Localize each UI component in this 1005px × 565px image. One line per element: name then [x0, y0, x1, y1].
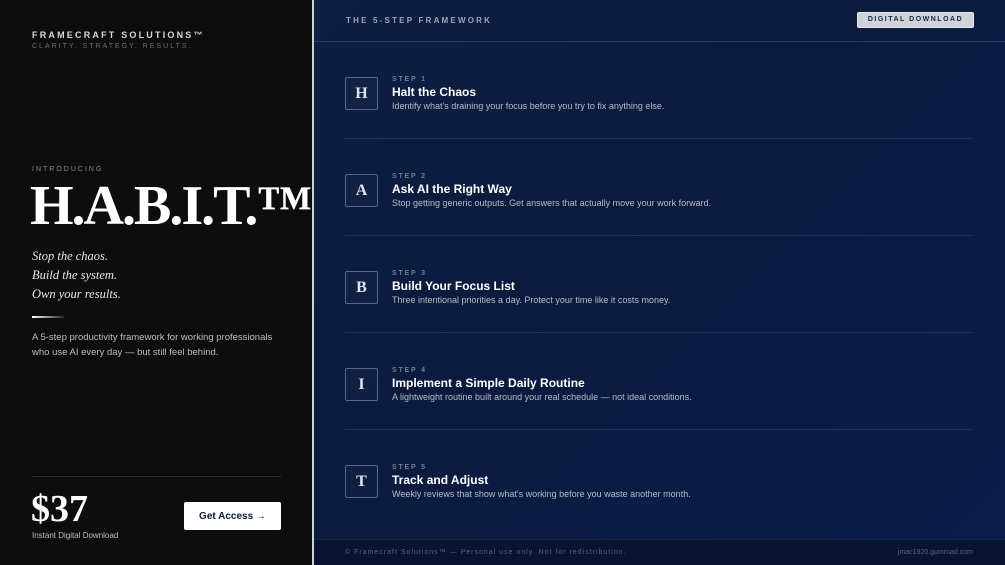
price-note: Instant Digital Download — [32, 531, 119, 540]
step-number: STEP 3 — [392, 270, 427, 277]
step-description: A lightweight routine built around your … — [392, 392, 692, 402]
step-title: Implement a Simple Daily Routine — [392, 376, 585, 390]
footer-url[interactable]: jmac1920.gumroad.com — [898, 549, 973, 556]
step-title: Halt the Chaos — [392, 85, 477, 99]
step-title: Ask AI the Right Way — [392, 182, 512, 196]
hero-tagline: Stop the chaos. Build the system. Own yo… — [32, 247, 121, 304]
step-number: STEP 5 — [392, 464, 427, 471]
digital-download-badge: DIGITAL DOWNLOAD — [857, 12, 974, 28]
step-number: STEP 4 — [392, 367, 427, 374]
step-letter-badge: B — [345, 271, 378, 304]
brand-tagline: CLARITY. STRATEGY. RESULTS. — [32, 43, 193, 50]
footer: © Framecraft Solutions™ — Personal use o… — [314, 539, 1005, 565]
tagline-line: Build the system. — [32, 268, 118, 282]
step-number: STEP 1 — [392, 76, 427, 83]
product-name: H.A.B.I.T.™ — [30, 175, 312, 237]
step-letter-badge: H — [345, 77, 378, 110]
pricing-divider — [32, 476, 281, 477]
step-number: STEP 2 — [392, 173, 427, 180]
step-description: Three intentional priorities a day. Prot… — [392, 295, 671, 305]
framework-panel: THE 5-STEP FRAMEWORK DIGITAL DOWNLOAD H … — [314, 0, 1005, 565]
get-access-button[interactable]: Get Access → — [184, 502, 281, 530]
step-3: B STEP 3 Build Your Focus List Three int… — [345, 236, 973, 333]
framework-header-title: THE 5-STEP FRAMEWORK — [346, 16, 493, 25]
step-2: A STEP 2 Ask AI the Right Way Stop getti… — [345, 139, 973, 236]
accent-divider — [32, 316, 64, 318]
hero-description: A 5-step productivity framework for work… — [32, 332, 273, 358]
step-title: Build Your Focus List — [392, 279, 515, 293]
step-description: Stop getting generic outputs. Get answer… — [392, 198, 712, 208]
step-letter-badge: T — [345, 465, 378, 498]
intro-label: INTRODUCING — [32, 166, 104, 173]
step-title: Track and Adjust — [392, 473, 489, 487]
step-description: Weekly reviews that show what's working … — [392, 489, 691, 499]
step-description: Identify what's draining your focus befo… — [392, 101, 665, 111]
step-4: I STEP 4 Implement a Simple Daily Routin… — [345, 333, 973, 430]
step-letter-badge: A — [345, 174, 378, 207]
footer-copyright: © Framecraft Solutions™ — Personal use o… — [345, 549, 627, 556]
step-5: T STEP 5 Track and Adjust Weekly reviews… — [345, 430, 973, 527]
step-letter-badge: I — [345, 368, 378, 401]
left-panel: FRAMECRAFT SOLUTIONS™ CLARITY. STRATEGY.… — [0, 0, 312, 565]
brand-name: FRAMECRAFT SOLUTIONS™ — [32, 30, 205, 40]
tagline-line: Stop the chaos. — [32, 249, 109, 263]
price: $37 — [31, 488, 88, 530]
tagline-line: Own your results. — [32, 287, 121, 301]
step-1: H STEP 1 Halt the Chaos Identify what's … — [345, 42, 973, 139]
